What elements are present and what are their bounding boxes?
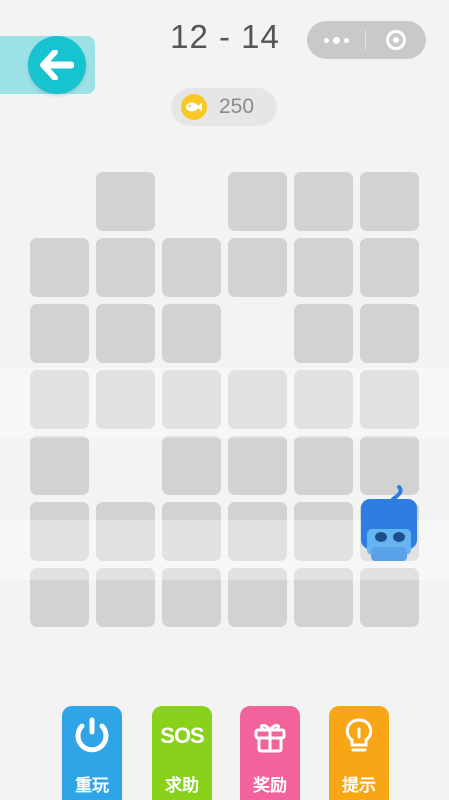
reward-button-cap <box>240 706 300 766</box>
sos-icon: SOS <box>160 723 204 748</box>
blue-cat-character[interactable] <box>359 485 419 567</box>
board-tile[interactable] <box>96 502 155 561</box>
board-tile[interactable] <box>294 304 353 363</box>
board-tile[interactable] <box>360 238 419 297</box>
board-tile[interactable] <box>228 370 287 429</box>
board-tile[interactable] <box>96 304 155 363</box>
board-tile[interactable] <box>228 436 287 495</box>
board-tile[interactable] <box>30 568 89 627</box>
board-tile[interactable] <box>294 436 353 495</box>
hint-button[interactable]: 提示 <box>329 706 389 800</box>
board-tile[interactable] <box>294 238 353 297</box>
hint-button-cap <box>329 706 389 766</box>
gift-icon <box>254 723 286 753</box>
toolbar: 重玩 SOS 求助 奖励 提示 <box>0 706 449 800</box>
board-tile[interactable] <box>360 370 419 429</box>
board-tile[interactable] <box>96 370 155 429</box>
board-tile[interactable] <box>30 436 89 495</box>
board-tile[interactable] <box>294 172 353 231</box>
sos-label: 求助 <box>152 766 212 800</box>
board-tile[interactable] <box>30 304 89 363</box>
board-tile[interactable] <box>228 172 287 231</box>
board-tile[interactable] <box>162 436 221 495</box>
board-tile[interactable] <box>162 238 221 297</box>
board-tile[interactable] <box>294 568 353 627</box>
board-tile[interactable] <box>294 370 353 429</box>
board-tile[interactable] <box>360 568 419 627</box>
board-tile[interactable] <box>228 568 287 627</box>
replay-label: 重玩 <box>62 766 122 800</box>
replay-button-cap <box>62 706 122 766</box>
lightbulb-icon <box>345 718 373 752</box>
board-tile[interactable] <box>96 238 155 297</box>
board-tile[interactable] <box>162 304 221 363</box>
board-tile[interactable] <box>228 238 287 297</box>
board-tile[interactable] <box>360 172 419 231</box>
board-tile[interactable] <box>30 502 89 561</box>
replay-button[interactable]: 重玩 <box>62 706 122 800</box>
reward-label: 奖励 <box>240 766 300 800</box>
board-tile[interactable] <box>360 304 419 363</box>
hint-label: 提示 <box>329 766 389 800</box>
board-tile[interactable] <box>162 568 221 627</box>
board-tile[interactable] <box>294 502 353 561</box>
board-tile[interactable] <box>30 238 89 297</box>
board-tile[interactable] <box>30 370 89 429</box>
reward-button[interactable]: 奖励 <box>240 706 300 800</box>
board-tile[interactable] <box>162 370 221 429</box>
board-tile[interactable] <box>96 172 155 231</box>
sos-button[interactable]: SOS 求助 <box>152 706 212 800</box>
board-tile[interactable] <box>96 568 155 627</box>
sos-button-cap: SOS <box>152 706 212 766</box>
board-tile[interactable] <box>162 502 221 561</box>
replay-icon <box>75 717 109 753</box>
board-tile[interactable] <box>228 502 287 561</box>
